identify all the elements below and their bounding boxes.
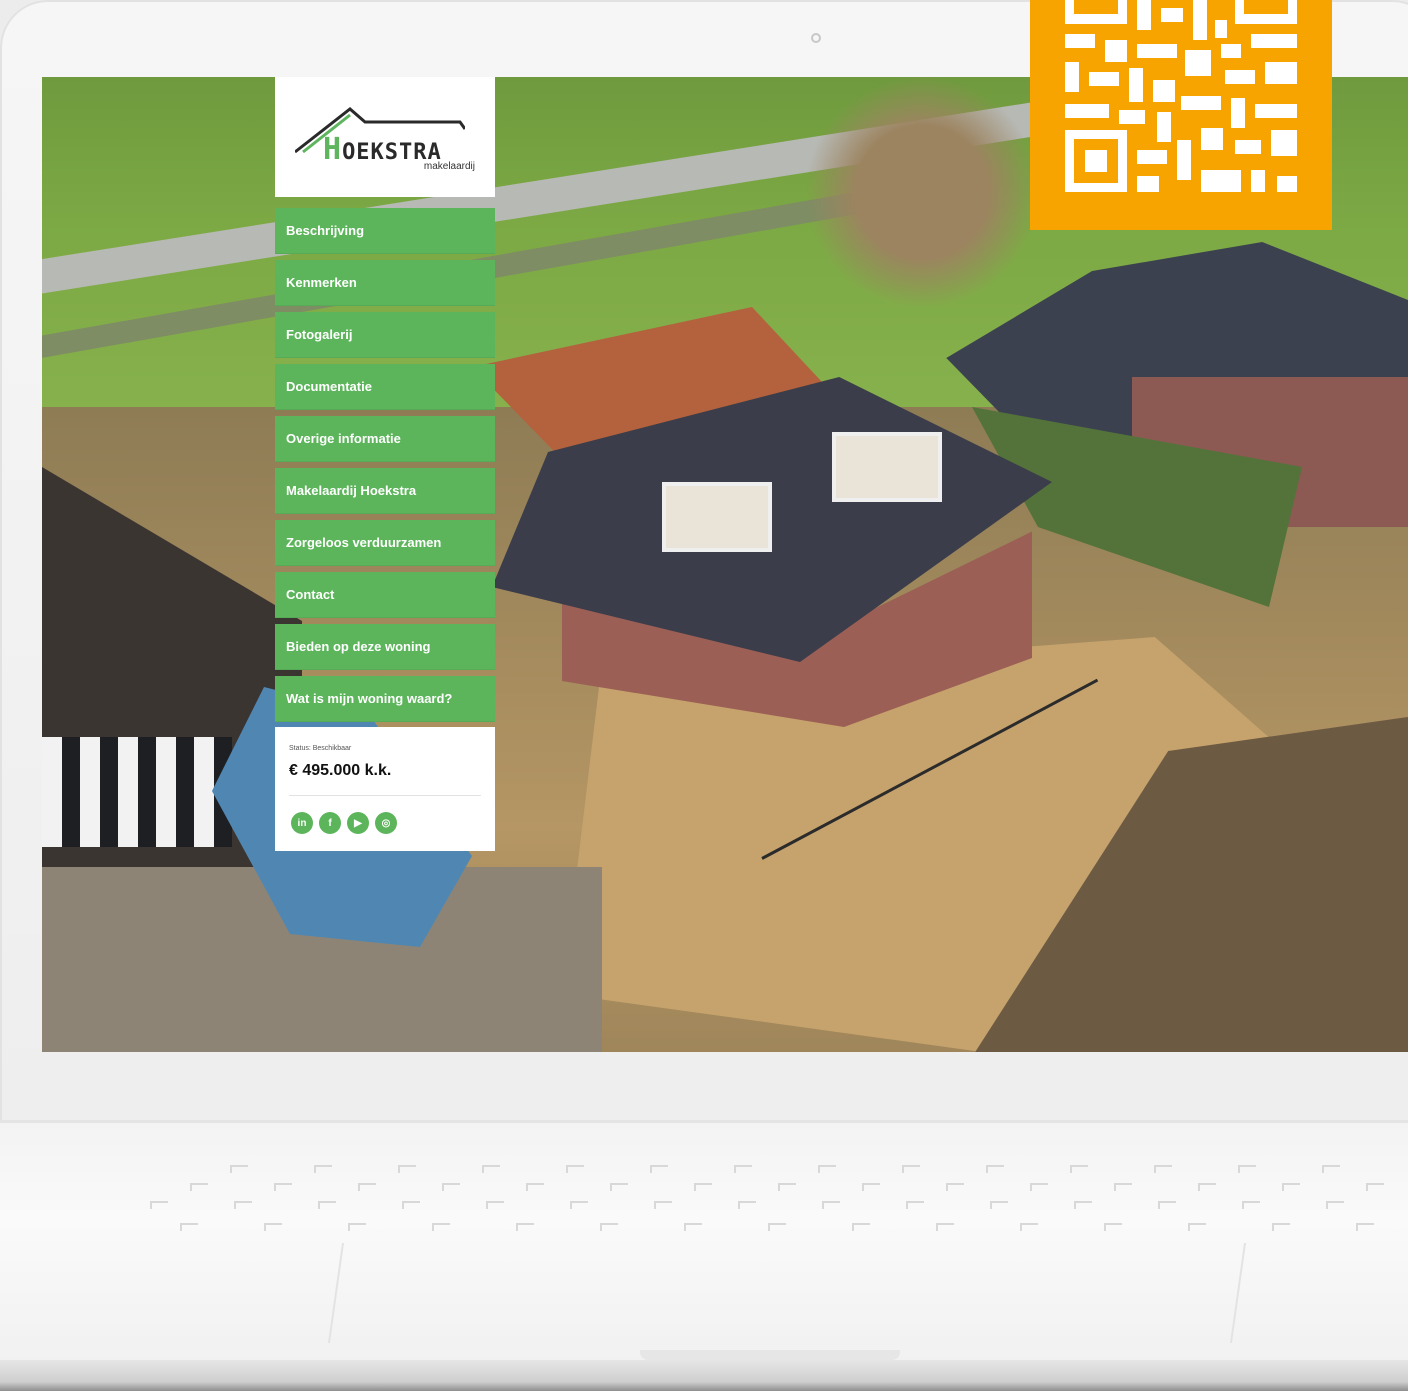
facebook-icon[interactable]: f — [319, 812, 341, 834]
status-text: Status: Beschikbaar — [289, 745, 352, 752]
qr-code-card — [1030, 0, 1332, 230]
property-sidebar: HOEKSTRA makelaardij Beschrijving Kenmer… — [275, 77, 495, 851]
listing-info: Status: Beschikbaar € 495.000 k.k. in f … — [275, 727, 495, 851]
menu-item-documentatie[interactable]: Documentatie — [275, 364, 495, 410]
linkedin-icon[interactable]: in — [291, 812, 313, 834]
instagram-icon[interactable]: ◎ — [375, 812, 397, 834]
menu-item-bieden[interactable]: Bieden op deze woning — [275, 624, 495, 670]
webcam-icon — [811, 33, 821, 43]
trackpad — [327, 1243, 1247, 1343]
divider — [289, 795, 481, 796]
menu-item-kenmerken[interactable]: Kenmerken — [275, 260, 495, 306]
hoekstra-logo[interactable]: HOEKSTRA makelaardij — [275, 77, 495, 197]
menu-item-contact[interactable]: Contact — [275, 572, 495, 618]
qr-code-icon — [1065, 0, 1297, 192]
social-links: in f ▶ ◎ — [291, 812, 397, 834]
price-text: € 495.000 k.k. — [289, 762, 392, 779]
menu-item-fotogalerij[interactable]: Fotogalerij — [275, 312, 495, 358]
laptop-bottom-edge — [0, 1360, 1408, 1391]
youtube-icon[interactable]: ▶ — [347, 812, 369, 834]
menu-item-overige-informatie[interactable]: Overige informatie — [275, 416, 495, 462]
lid-notch — [640, 1350, 900, 1360]
menu-item-zorgeloos-verduurzamen[interactable]: Zorgeloos verduurzamen — [275, 520, 495, 566]
menu-item-woning-waard[interactable]: Wat is mijn woning waard? — [275, 676, 495, 722]
menu-item-beschrijving[interactable]: Beschrijving — [275, 208, 495, 254]
logo-subtitle: makelaardij — [423, 161, 475, 172]
menu-item-makelaardij-hoekstra[interactable]: Makelaardij Hoekstra — [275, 468, 495, 514]
property-menu: Beschrijving Kenmerken Fotogalerij Docum… — [275, 208, 495, 722]
